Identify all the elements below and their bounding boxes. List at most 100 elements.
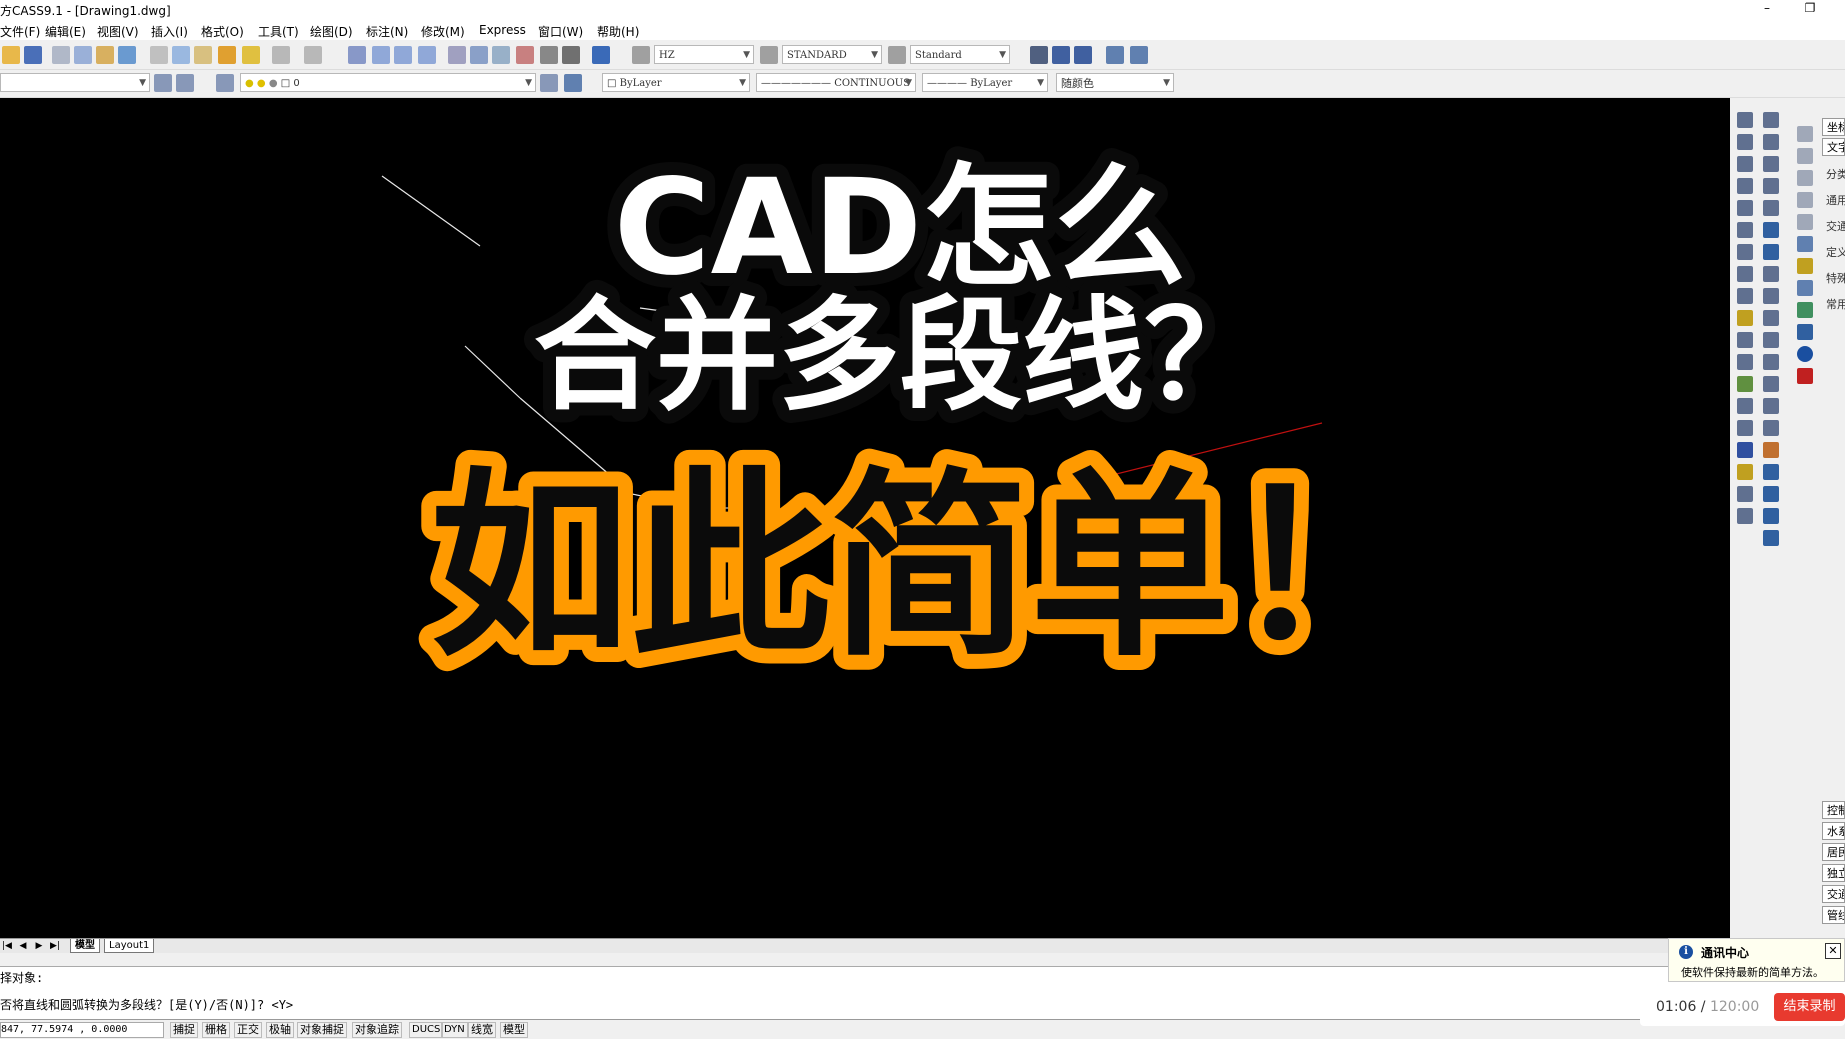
scale-icon[interactable] — [1763, 266, 1779, 282]
model-toggle[interactable]: 模型 — [500, 1022, 528, 1038]
join-icon[interactable] — [1763, 376, 1779, 392]
menu-view[interactable]: 视图(V) — [97, 23, 139, 40]
ducs-toggle[interactable]: DUCS — [409, 1022, 444, 1038]
trim-icon[interactable] — [1763, 310, 1779, 326]
side-label-special[interactable]: 特殊 — [1822, 270, 1845, 286]
cass-tool-2-icon[interactable] — [1052, 46, 1070, 64]
close-red-icon[interactable] — [1797, 368, 1813, 384]
info-icon[interactable] — [1797, 346, 1813, 362]
sheet-set-icon[interactable] — [516, 46, 534, 64]
web-icon[interactable] — [118, 46, 136, 64]
cass-tool-4-icon[interactable] — [1106, 46, 1124, 64]
table-icon[interactable] — [1737, 420, 1753, 436]
menu-help[interactable]: 帮助(H) — [597, 23, 639, 40]
make-block-icon[interactable] — [1737, 332, 1753, 348]
dim-style-icon[interactable] — [760, 46, 778, 64]
command-line[interactable]: 择对象: 否将直线和圆弧转换为多段线？[是(Y)/否(N)]? <Y> — [0, 966, 1845, 1019]
zoom-realtime-icon[interactable] — [372, 46, 390, 64]
text-style-icon[interactable] — [632, 46, 650, 64]
zoom-previous-icon[interactable] — [418, 46, 436, 64]
chamfer-icon[interactable] — [1763, 398, 1779, 414]
layer-select[interactable]: ● ● ● □ 0 ▼ — [240, 73, 536, 92]
side-tab-pipeline[interactable]: 管线 — [1822, 906, 1845, 924]
layer-tool-2-icon[interactable] — [176, 74, 194, 92]
cass-query-1-icon[interactable] — [1797, 126, 1813, 142]
pan-icon[interactable] — [348, 46, 366, 64]
move-icon[interactable] — [1763, 222, 1779, 238]
draw-polyline-icon[interactable] — [1737, 156, 1753, 172]
cass-query-2-icon[interactable] — [1797, 148, 1813, 164]
color-select[interactable]: □ ByLayer ▼ — [602, 73, 750, 92]
layer-manager-icon[interactable] — [216, 74, 234, 92]
draw-polygon-icon[interactable] — [1737, 178, 1753, 194]
rotate-icon[interactable] — [1763, 244, 1779, 260]
lineweight-select[interactable]: ———— ByLayer ▼ — [922, 73, 1048, 92]
menu-dimension[interactable]: 标注(N) — [366, 23, 408, 40]
ortho-toggle[interactable]: 正交 — [234, 1022, 262, 1038]
draworder-1-icon[interactable] — [1763, 464, 1779, 480]
offset-icon[interactable] — [1763, 178, 1779, 194]
draw-rectangle-icon[interactable] — [1737, 200, 1753, 216]
next-tab-icon[interactable]: ▶ — [32, 939, 46, 953]
menu-draw[interactable]: 绘图(D) — [310, 23, 353, 40]
menu-insert[interactable]: 插入(I) — [151, 23, 188, 40]
menu-modify[interactable]: 修改(M) — [421, 23, 465, 40]
region-icon[interactable] — [1737, 398, 1753, 414]
layer-tool-icon[interactable] — [154, 74, 172, 92]
copy-object-icon[interactable] — [1763, 134, 1779, 150]
redo-icon[interactable] — [304, 46, 322, 64]
side-label-traffic[interactable]: 交通 — [1822, 218, 1845, 234]
layer-previous-icon[interactable] — [564, 74, 582, 92]
stretch-icon[interactable] — [1763, 288, 1779, 304]
extend-icon[interactable] — [1763, 332, 1779, 348]
design-center-icon[interactable] — [470, 46, 488, 64]
break-icon[interactable] — [1763, 354, 1779, 370]
array-icon[interactable] — [1763, 200, 1779, 216]
cass-query-8-icon[interactable] — [1797, 280, 1813, 296]
mtext-icon[interactable] — [1737, 442, 1753, 458]
properties-icon[interactable] — [448, 46, 466, 64]
prev-tab-icon[interactable]: ◀ — [16, 939, 30, 953]
otrack-toggle[interactable]: 对象追踪 — [352, 1022, 402, 1038]
minimize-button[interactable]: – — [1755, 0, 1779, 18]
cass-query-10-icon[interactable] — [1797, 324, 1813, 340]
drawing-canvas[interactable]: CAD怎么 合并多段线？ 如此简单！ — [0, 98, 1730, 938]
cass-query-4-icon[interactable] — [1797, 192, 1813, 208]
lineweight-toggle[interactable]: 线宽 — [468, 1022, 496, 1038]
hatch-icon[interactable] — [1737, 376, 1753, 392]
brush-icon[interactable] — [242, 46, 260, 64]
menu-file[interactable]: 文件(F) — [0, 23, 40, 40]
menu-express[interactable]: Express — [479, 23, 526, 37]
draw-circle-icon[interactable] — [1737, 244, 1753, 260]
table-style-icon[interactable] — [888, 46, 906, 64]
save-icon[interactable] — [24, 46, 42, 64]
preview-icon[interactable] — [74, 46, 92, 64]
cass-query-6-icon[interactable] — [1797, 236, 1813, 252]
publish-icon[interactable] — [96, 46, 114, 64]
draw-spline-icon[interactable] — [1737, 266, 1753, 282]
side-label-common[interactable]: 常用 — [1822, 296, 1845, 312]
restore-button[interactable]: ❐ — [1798, 0, 1822, 18]
first-tab-icon[interactable]: |◀ — [0, 939, 14, 953]
new-icon[interactable] — [2, 46, 20, 64]
tab-layout1[interactable]: Layout1 — [104, 939, 155, 953]
undo-icon[interactable] — [272, 46, 290, 64]
side-tab-residential[interactable]: 居民 — [1822, 843, 1845, 861]
last-tab-icon[interactable]: ▶| — [48, 939, 62, 953]
fillet-icon[interactable] — [1763, 420, 1779, 436]
explode-icon[interactable] — [1763, 442, 1779, 458]
cass-draw-3-icon[interactable] — [1737, 508, 1753, 524]
menu-edit[interactable]: 编辑(E) — [45, 23, 86, 40]
side-label-general[interactable]: 通用 — [1822, 192, 1845, 208]
paste-icon[interactable] — [194, 46, 212, 64]
cass-draw-1-icon[interactable] — [1737, 464, 1753, 480]
draw-line-icon[interactable] — [1737, 112, 1753, 128]
snap-toggle[interactable]: 捕捉 — [170, 1022, 198, 1038]
cass-query-7-icon[interactable] — [1797, 258, 1813, 274]
side-tab-water[interactable]: 水系 — [1822, 822, 1845, 840]
help-icon[interactable] — [592, 46, 610, 64]
mirror-icon[interactable] — [1763, 156, 1779, 172]
make-layer-current-icon[interactable] — [540, 74, 558, 92]
draw-construction-line-icon[interactable] — [1737, 134, 1753, 150]
side-tab-transport[interactable]: 交通 — [1822, 885, 1845, 903]
